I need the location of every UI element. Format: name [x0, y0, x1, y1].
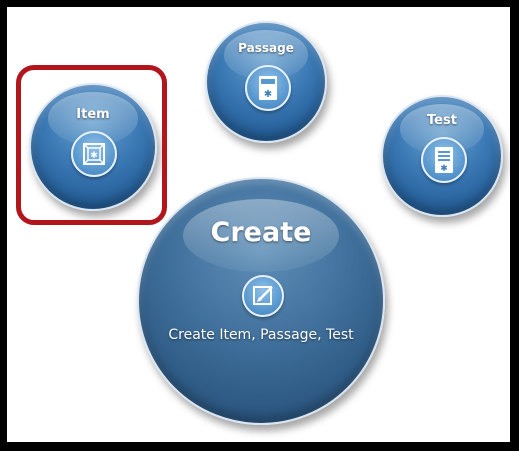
test-doc-icon: ✱ — [421, 137, 467, 183]
screenshot-frame: Item ✱ Passage ✱ Test ✱ Create Create It… — [0, 0, 519, 451]
edit-pencil-icon — [242, 275, 284, 317]
item-button[interactable]: Item ✱ — [29, 83, 157, 211]
svg-text:✱: ✱ — [440, 164, 448, 174]
item-label: Item — [76, 107, 110, 122]
svg-text:✱: ✱ — [90, 151, 98, 161]
passage-label: Passage — [238, 41, 294, 55]
passage-button[interactable]: Passage ✱ — [205, 21, 327, 143]
test-label: Test — [427, 113, 457, 128]
test-button[interactable]: Test ✱ — [381, 95, 503, 217]
passage-doc-icon: ✱ — [245, 65, 291, 111]
create-title: Create — [210, 217, 312, 248]
create-subtitle: Create Item, Passage, Test — [168, 327, 354, 343]
svg-text:✱: ✱ — [264, 89, 272, 100]
create-button[interactable]: Create Create Item, Passage, Test — [137, 177, 385, 425]
cube-icon: ✱ — [71, 131, 117, 177]
